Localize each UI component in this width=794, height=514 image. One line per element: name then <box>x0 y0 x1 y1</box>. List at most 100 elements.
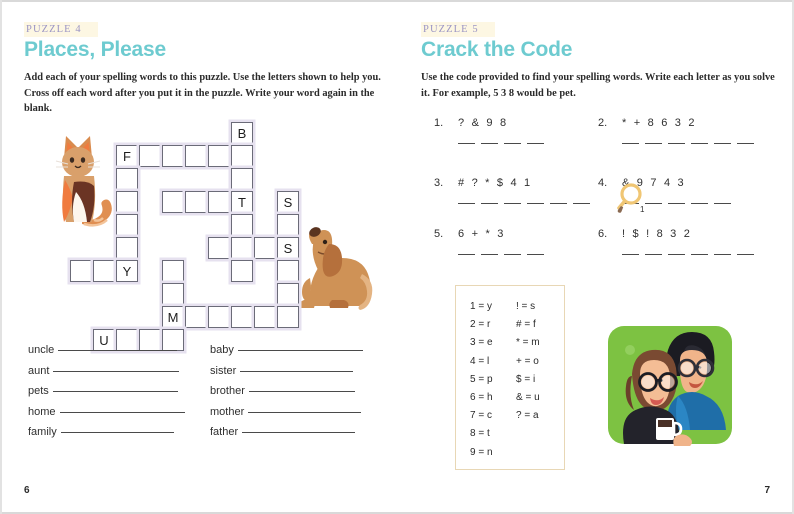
code-key-entry: 5 = p <box>470 373 493 385</box>
answer-blank[interactable] <box>481 203 498 204</box>
crossword-cell-filled[interactable]: B <box>231 122 253 144</box>
answer-blank[interactable] <box>481 143 498 144</box>
answer-blank[interactable] <box>691 143 708 144</box>
crossword-cell-empty[interactable] <box>231 168 253 190</box>
answer-blank[interactable] <box>573 203 590 204</box>
word-label: uncle <box>28 344 55 356</box>
crossword-cell-empty[interactable] <box>231 214 253 236</box>
word-answer-blank[interactable] <box>242 432 355 434</box>
answer-blank[interactable] <box>668 143 685 144</box>
answer-blank[interactable] <box>527 203 544 204</box>
answer-blank[interactable] <box>481 254 498 255</box>
page-number-left: 6 <box>24 485 30 496</box>
code-key-entry: & = u <box>516 392 540 404</box>
code-answer-blanks[interactable] <box>458 143 544 144</box>
code-answer-blanks[interactable] <box>622 254 754 255</box>
crossword-cell-empty[interactable] <box>277 214 299 236</box>
code-key-entry: 1 = y <box>470 301 492 312</box>
word-answer-blank[interactable] <box>58 350 178 351</box>
answer-blank[interactable] <box>527 254 544 255</box>
word-answer-blank[interactable] <box>59 411 185 413</box>
crossword-cell-empty[interactable] <box>254 306 276 328</box>
answer-blank[interactable] <box>527 143 544 144</box>
word-answer-blank[interactable] <box>248 391 356 393</box>
crossword-cell-empty[interactable] <box>162 260 184 282</box>
crossword-cell-empty[interactable] <box>208 306 230 328</box>
code-item-number: 6. <box>598 228 608 240</box>
word-label: sister <box>210 364 237 377</box>
word-list-item: mother <box>210 406 362 418</box>
crossword-cell-empty[interactable] <box>162 283 184 305</box>
code-key-column-right: ! = s # = f * = m + = o $ = i & = u ? = a <box>516 298 540 425</box>
answer-blank[interactable] <box>668 254 685 255</box>
answer-blank[interactable] <box>737 143 754 144</box>
crossword-cell-empty[interactable] <box>277 283 299 305</box>
crossword-cell-filled[interactable]: Y <box>116 260 138 282</box>
crossword-cell-empty[interactable] <box>116 191 138 213</box>
answer-blank[interactable] <box>668 203 685 204</box>
code-key-entry: 7 = c <box>470 410 492 422</box>
word-answer-blank[interactable] <box>237 350 364 351</box>
code-answer-blanks[interactable] <box>458 254 544 255</box>
crossword-cell-empty[interactable] <box>231 237 253 259</box>
answer-blank[interactable] <box>622 254 639 255</box>
answer-blank[interactable] <box>458 254 475 255</box>
answer-blank[interactable] <box>714 203 731 204</box>
crossword-cell-filled[interactable]: F <box>116 145 138 167</box>
crossword-cell-filled[interactable]: S <box>277 237 299 259</box>
answer-blank[interactable] <box>714 143 731 144</box>
answer-blank[interactable] <box>504 203 521 204</box>
code-key-entry: ! = s <box>516 301 536 312</box>
crossword-cell-empty[interactable] <box>185 306 207 328</box>
crossword-cell-empty[interactable] <box>162 191 184 213</box>
answer-blank[interactable] <box>645 254 662 255</box>
crossword-cell-empty[interactable] <box>162 145 184 167</box>
answer-blank[interactable] <box>691 254 708 255</box>
crossword-cell-empty[interactable] <box>185 145 207 167</box>
code-item-number: 2. <box>598 117 608 129</box>
crossword-cell-empty[interactable] <box>231 260 253 282</box>
answer-blank[interactable] <box>691 203 708 204</box>
answer-blank[interactable] <box>645 143 662 144</box>
crossword-cell-empty[interactable] <box>70 260 92 282</box>
crossword-cell-empty[interactable] <box>185 191 207 213</box>
answer-blank[interactable] <box>458 143 475 144</box>
answer-blank[interactable] <box>458 203 475 204</box>
word-list-item: baby <box>210 344 364 356</box>
code-item-sequence: * + 8 6 3 2 <box>622 117 697 129</box>
code-item-sequence: # ? * $ 4 1 <box>458 177 533 189</box>
crossword-cell-empty[interactable] <box>139 145 161 167</box>
crossword-cell-empty[interactable] <box>208 237 230 259</box>
crossword-cell-empty[interactable] <box>231 145 253 167</box>
crossword-cell-empty[interactable] <box>208 191 230 213</box>
word-answer-blank[interactable] <box>240 370 354 372</box>
word-answer-blank[interactable] <box>53 370 179 372</box>
crossword-cell-empty[interactable] <box>277 306 299 328</box>
crossword-cell-empty[interactable] <box>208 145 230 167</box>
crossword-cell-empty[interactable] <box>116 237 138 259</box>
code-answer-blanks[interactable] <box>458 203 590 204</box>
word-answer-blank[interactable] <box>52 391 178 393</box>
crossword-cell-empty[interactable] <box>254 237 276 259</box>
answer-blank[interactable] <box>714 254 731 255</box>
crossword-cell-filled[interactable]: S <box>277 191 299 213</box>
crossword-cell-filled[interactable]: M <box>162 306 184 328</box>
word-answer-blank[interactable] <box>248 411 362 413</box>
answer-blank[interactable] <box>737 254 754 255</box>
answer-blank[interactable] <box>504 254 521 255</box>
code-answer-blanks[interactable] <box>622 143 754 144</box>
page-title-right: Crack the Code <box>421 38 573 61</box>
word-list-item: sister <box>210 364 354 377</box>
word-answer-blank[interactable] <box>60 432 174 434</box>
answer-blank[interactable] <box>504 143 521 144</box>
answer-blank[interactable] <box>550 203 567 204</box>
magnifying-glass-icon: 1 <box>617 182 651 214</box>
crossword-cell-filled[interactable]: T <box>231 191 253 213</box>
answer-blank[interactable] <box>622 143 639 144</box>
crossword-cell-empty[interactable] <box>116 214 138 236</box>
crossword-cell-empty[interactable] <box>277 260 299 282</box>
crossword-cell-empty[interactable] <box>93 260 115 282</box>
crossword-cell-empty[interactable] <box>116 168 138 190</box>
crossword-grid[interactable]: BFTSSYMU <box>70 122 320 351</box>
crossword-cell-empty[interactable] <box>231 306 253 328</box>
